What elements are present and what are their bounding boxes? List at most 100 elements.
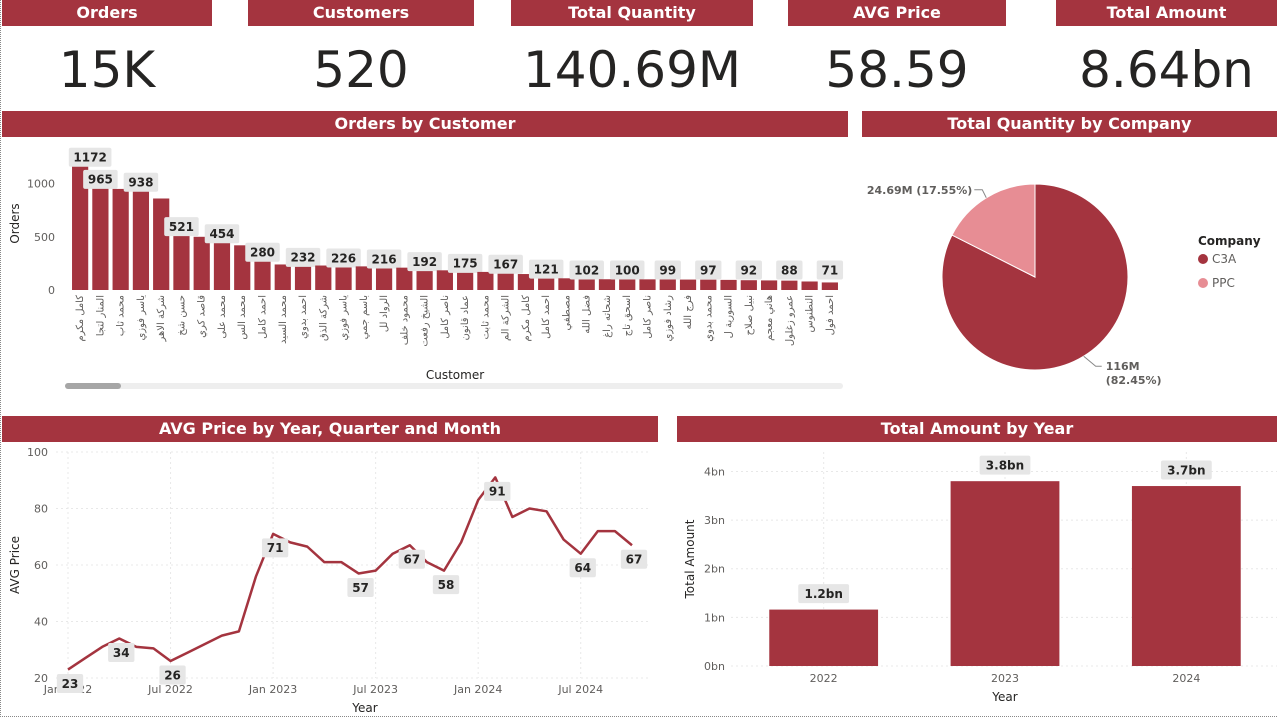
avg-price-line xyxy=(67,476,633,671)
kpi-quantity-header: Total Quantity xyxy=(511,0,753,26)
orders-data-label: 99 xyxy=(659,263,676,277)
avg-price-chart[interactable]: 20406080100Jan 2022Jul 2022Jan 2023Jul 2… xyxy=(0,442,660,717)
orders-bar xyxy=(213,241,231,290)
orders-bar xyxy=(457,271,474,290)
orders-xtick: عمرو زغلول xyxy=(784,295,795,346)
orders-data-label: 175 xyxy=(453,257,478,271)
orders-bar xyxy=(720,279,737,290)
orders-xtick: ياسر فوزي xyxy=(339,295,350,341)
orders-xtick: نبيل صلاح xyxy=(744,295,755,335)
amount-ytick: 3bn xyxy=(704,514,725,527)
orders-xtick: احمد كامل xyxy=(541,295,552,339)
line-ytick: 40 xyxy=(34,616,48,629)
orders-bar xyxy=(153,198,170,290)
orders-bar xyxy=(436,270,453,290)
orders-xtick: قاصد كري xyxy=(197,295,208,338)
orders-bar xyxy=(112,188,129,290)
orders-xtick: كامل مكرم xyxy=(75,295,86,342)
orders-bar xyxy=(598,279,616,290)
line-data-label: 57 xyxy=(352,581,369,595)
orders-data-label: 92 xyxy=(740,263,757,277)
orders-data-label: 167 xyxy=(493,258,518,272)
amount-bar xyxy=(769,609,879,666)
amount-by-year-title: Total Amount by Year xyxy=(677,416,1277,442)
orders-xtick: فرج الله xyxy=(683,295,694,330)
orders-xtick: احمد بدوي xyxy=(298,295,309,339)
orders-bar xyxy=(193,236,210,290)
pie-label-ppc: 24.69M (17.55%) xyxy=(867,184,972,197)
orders-data-label: 226 xyxy=(331,251,356,265)
kpi-avg-price-value: 58.59 xyxy=(825,41,969,99)
amount-bar xyxy=(1131,486,1241,666)
orders-data-label: 102 xyxy=(574,263,599,277)
orders-bar xyxy=(497,272,514,290)
orders-bar xyxy=(801,281,818,290)
orders-xtick: محمد ثابت xyxy=(480,295,491,339)
orders-bar xyxy=(558,278,575,290)
orders-scrollbar[interactable] xyxy=(65,383,843,389)
avg-price-title: AVG Price by Year, Quarter and Month xyxy=(2,416,658,442)
orders-data-label: 521 xyxy=(169,220,194,234)
orders-xtick: كامل مكرم xyxy=(521,295,532,342)
orders-xtick: هاني معجم xyxy=(764,295,775,341)
orders-ytick: 500 xyxy=(34,231,55,244)
orders-bar xyxy=(740,280,757,290)
orders-scrollbar-thumb[interactable] xyxy=(65,383,121,389)
line-xtick: Jan 2023 xyxy=(248,683,297,696)
orders-xtick: المنار لتجا xyxy=(95,295,106,336)
orders-bar xyxy=(132,190,150,290)
amount-by-year-chart[interactable]: 0bn 1bn 2bn 3bn 4bn Total Amount 2022 1.2bn 2023… xyxy=(677,442,1277,717)
orders-bar xyxy=(274,264,291,290)
orders-data-label: 232 xyxy=(290,251,315,265)
line-data-label: 91 xyxy=(489,485,506,499)
orders-by-customer-chart[interactable]: 0 500 1000 Orders كامل مكرم 1172 المنار لتجا 96… xyxy=(0,137,855,399)
orders-xtick: الشيخ رفعت xyxy=(420,295,431,347)
orders-data-label: 97 xyxy=(700,263,717,277)
orders-bar xyxy=(315,265,332,290)
amount-xtick: 2023 xyxy=(991,672,1019,685)
orders-ylabel: Orders xyxy=(8,203,22,243)
orders-bar xyxy=(659,279,676,290)
quantity-by-company-chart[interactable]: 116M(82.45%) 24.69M (17.55%) Company C3A PPC xyxy=(860,137,1277,399)
kpi-orders-header: Orders xyxy=(2,0,212,26)
line-xtick: Jan 2024 xyxy=(453,683,502,696)
orders-xtick: محمد على xyxy=(217,295,228,339)
pie-legend-label-ppc[interactable]: PPC xyxy=(1212,276,1235,290)
orders-data-label: 100 xyxy=(615,263,640,277)
line-data-label: 67 xyxy=(403,553,420,567)
orders-xtick: فضل الله xyxy=(582,295,593,334)
amount-ytick: 4bn xyxy=(704,465,725,478)
orders-bar xyxy=(781,280,798,290)
amount-ytick: 1bn xyxy=(704,611,725,624)
line-data-label: 64 xyxy=(574,561,591,575)
amount-bar xyxy=(950,481,1060,666)
orders-xtick: رشاد فوزي xyxy=(663,295,674,342)
orders-xtick: الرواد لل xyxy=(379,295,390,332)
orders-data-label: 192 xyxy=(412,255,437,269)
pie-legend-label-c3a[interactable]: C3A xyxy=(1212,252,1237,266)
orders-xlabel: Customer xyxy=(426,368,484,382)
orders-xtick: اسحق تاج xyxy=(622,295,633,336)
orders-ytick: 1000 xyxy=(27,178,55,191)
orders-bar xyxy=(639,279,656,290)
line-xlabel: Year xyxy=(351,701,377,715)
orders-data-label: 280 xyxy=(250,246,275,260)
orders-bar xyxy=(760,280,778,290)
orders-bar xyxy=(538,277,555,290)
orders-data-label: 938 xyxy=(128,176,153,190)
orders-xtick: النطنوس xyxy=(805,295,816,332)
orders-bar xyxy=(375,267,393,290)
orders-bar xyxy=(821,282,838,290)
orders-xtick: محمود خلف xyxy=(399,295,410,345)
orders-xtick: باسم جمي xyxy=(359,295,370,339)
pie-legend-marker-c3a xyxy=(1198,254,1208,264)
pie-label-c3a: 116M xyxy=(1106,360,1140,373)
orders-xtick: مصطفي xyxy=(561,295,572,331)
orders-xtick: عماد قانون xyxy=(460,295,471,341)
orders-xtick: الشركة الم xyxy=(501,295,512,341)
orders-bar xyxy=(254,260,271,290)
orders-xtick: احمد كامل xyxy=(258,295,269,339)
orders-data-label: 1172 xyxy=(73,151,106,165)
line-data-label: 71 xyxy=(267,541,284,555)
orders-ytick: 0 xyxy=(48,284,55,297)
